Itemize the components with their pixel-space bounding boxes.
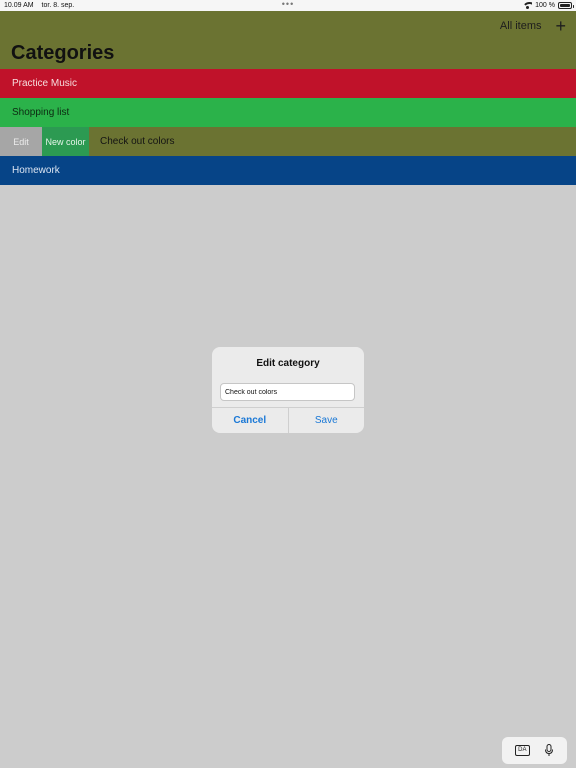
swipe-edit-button[interactable]: Edit: [0, 127, 42, 156]
dialog-actions: Cancel Save: [212, 407, 364, 433]
category-label: Practice Music: [12, 78, 78, 89]
battery-icon: [558, 2, 574, 9]
dialog-title: Edit category: [256, 358, 320, 369]
wifi-icon: [523, 2, 533, 9]
cancel-button[interactable]: Cancel: [212, 408, 289, 433]
category-label: Homework: [12, 165, 60, 176]
keyboard-shortcut-bar: DA: [502, 737, 567, 764]
all-items-button[interactable]: All items: [500, 20, 542, 32]
swipe-new-color-button[interactable]: New color: [42, 127, 89, 156]
plus-icon[interactable]: +: [555, 17, 566, 35]
page-title: Categories: [11, 42, 115, 64]
category-row[interactable]: Practice Music: [0, 69, 576, 98]
multitasking-dots[interactable]: •••: [0, 0, 576, 9]
microphone-icon[interactable]: [544, 744, 554, 757]
category-row-swiped[interactable]: Edit New color Check out colors: [0, 127, 576, 156]
microphone-glyph: [544, 744, 553, 756]
navigation-bar: All items + Categories: [0, 11, 576, 69]
category-row[interactable]: Shopping list: [0, 98, 576, 127]
language-icon[interactable]: DA: [515, 745, 530, 756]
category-label: Check out colors: [100, 136, 175, 147]
nav-actions: All items +: [500, 17, 566, 35]
edit-category-dialog: Edit category Cancel Save: [212, 347, 364, 433]
category-row[interactable]: Homework: [0, 156, 576, 185]
save-button[interactable]: Save: [289, 408, 365, 433]
category-label: Shopping list: [12, 107, 70, 118]
status-bar: 10.09 AM tor. 8. sep. ••• 100 %: [0, 0, 576, 11]
category-name-input[interactable]: [220, 383, 355, 401]
